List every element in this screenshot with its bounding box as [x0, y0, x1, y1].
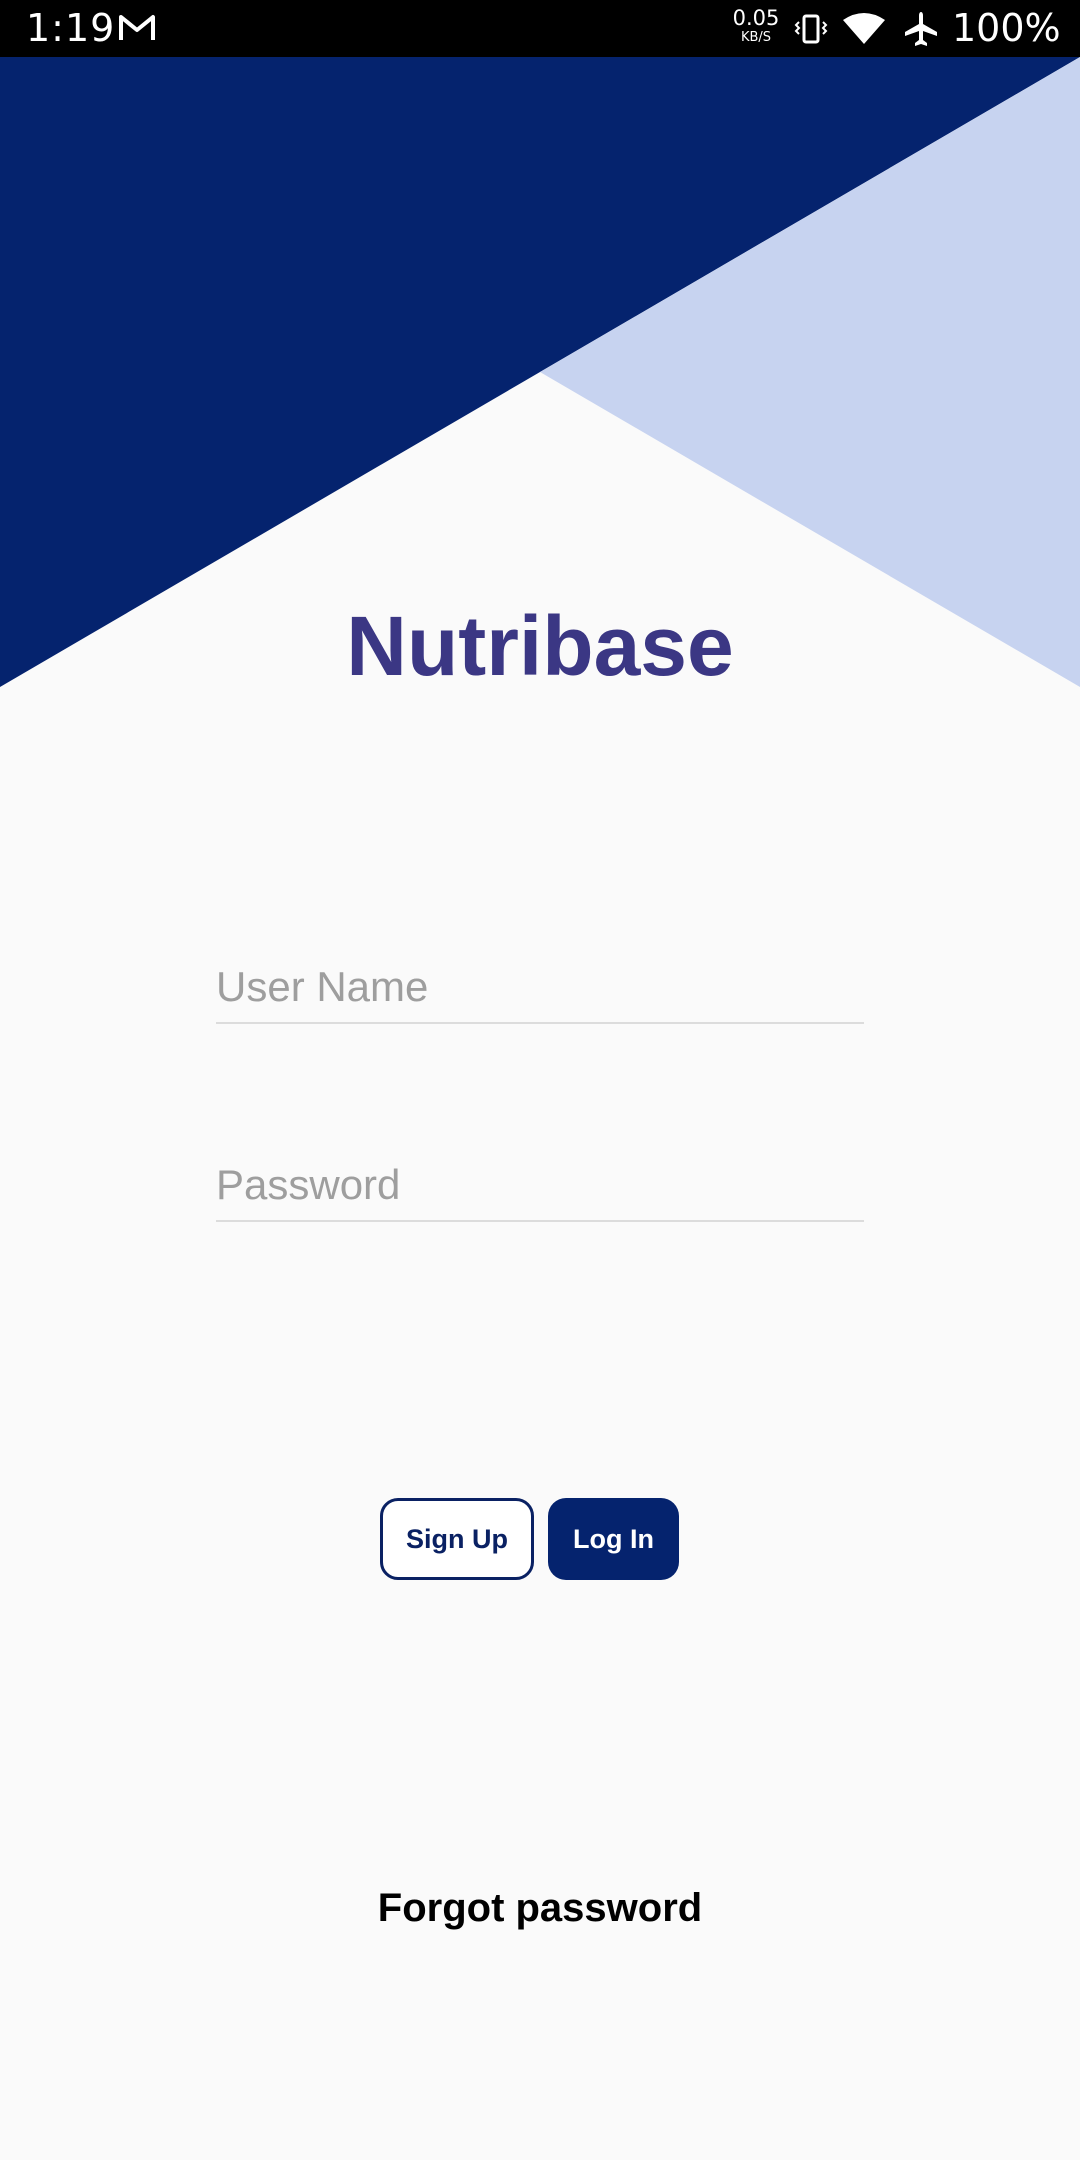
login-button[interactable]: Log In — [548, 1498, 679, 1580]
vibrate-icon — [794, 14, 828, 44]
username-input[interactable] — [216, 952, 864, 1022]
status-bar: 1:19 0.05 KB/S 100% — [0, 0, 1080, 57]
network-speed: 0.05 KB/S — [730, 6, 782, 45]
username-field[interactable] — [216, 952, 864, 1024]
airplane-icon — [905, 12, 937, 46]
password-field[interactable] — [216, 1150, 864, 1222]
network-speed-value: 0.05 — [732, 6, 780, 30]
signup-button[interactable]: Sign Up — [380, 1498, 534, 1580]
status-time: 1:19 — [26, 6, 116, 50]
network-speed-unit: KB/S — [740, 30, 772, 45]
battery-level: 100% — [952, 6, 1061, 50]
wifi-icon — [843, 13, 885, 44]
gmail-icon — [119, 15, 155, 40]
password-input[interactable] — [216, 1150, 864, 1220]
forgot-password-link[interactable]: Forgot password — [0, 1880, 1080, 1936]
app-title: Nutribase — [346, 599, 734, 693]
